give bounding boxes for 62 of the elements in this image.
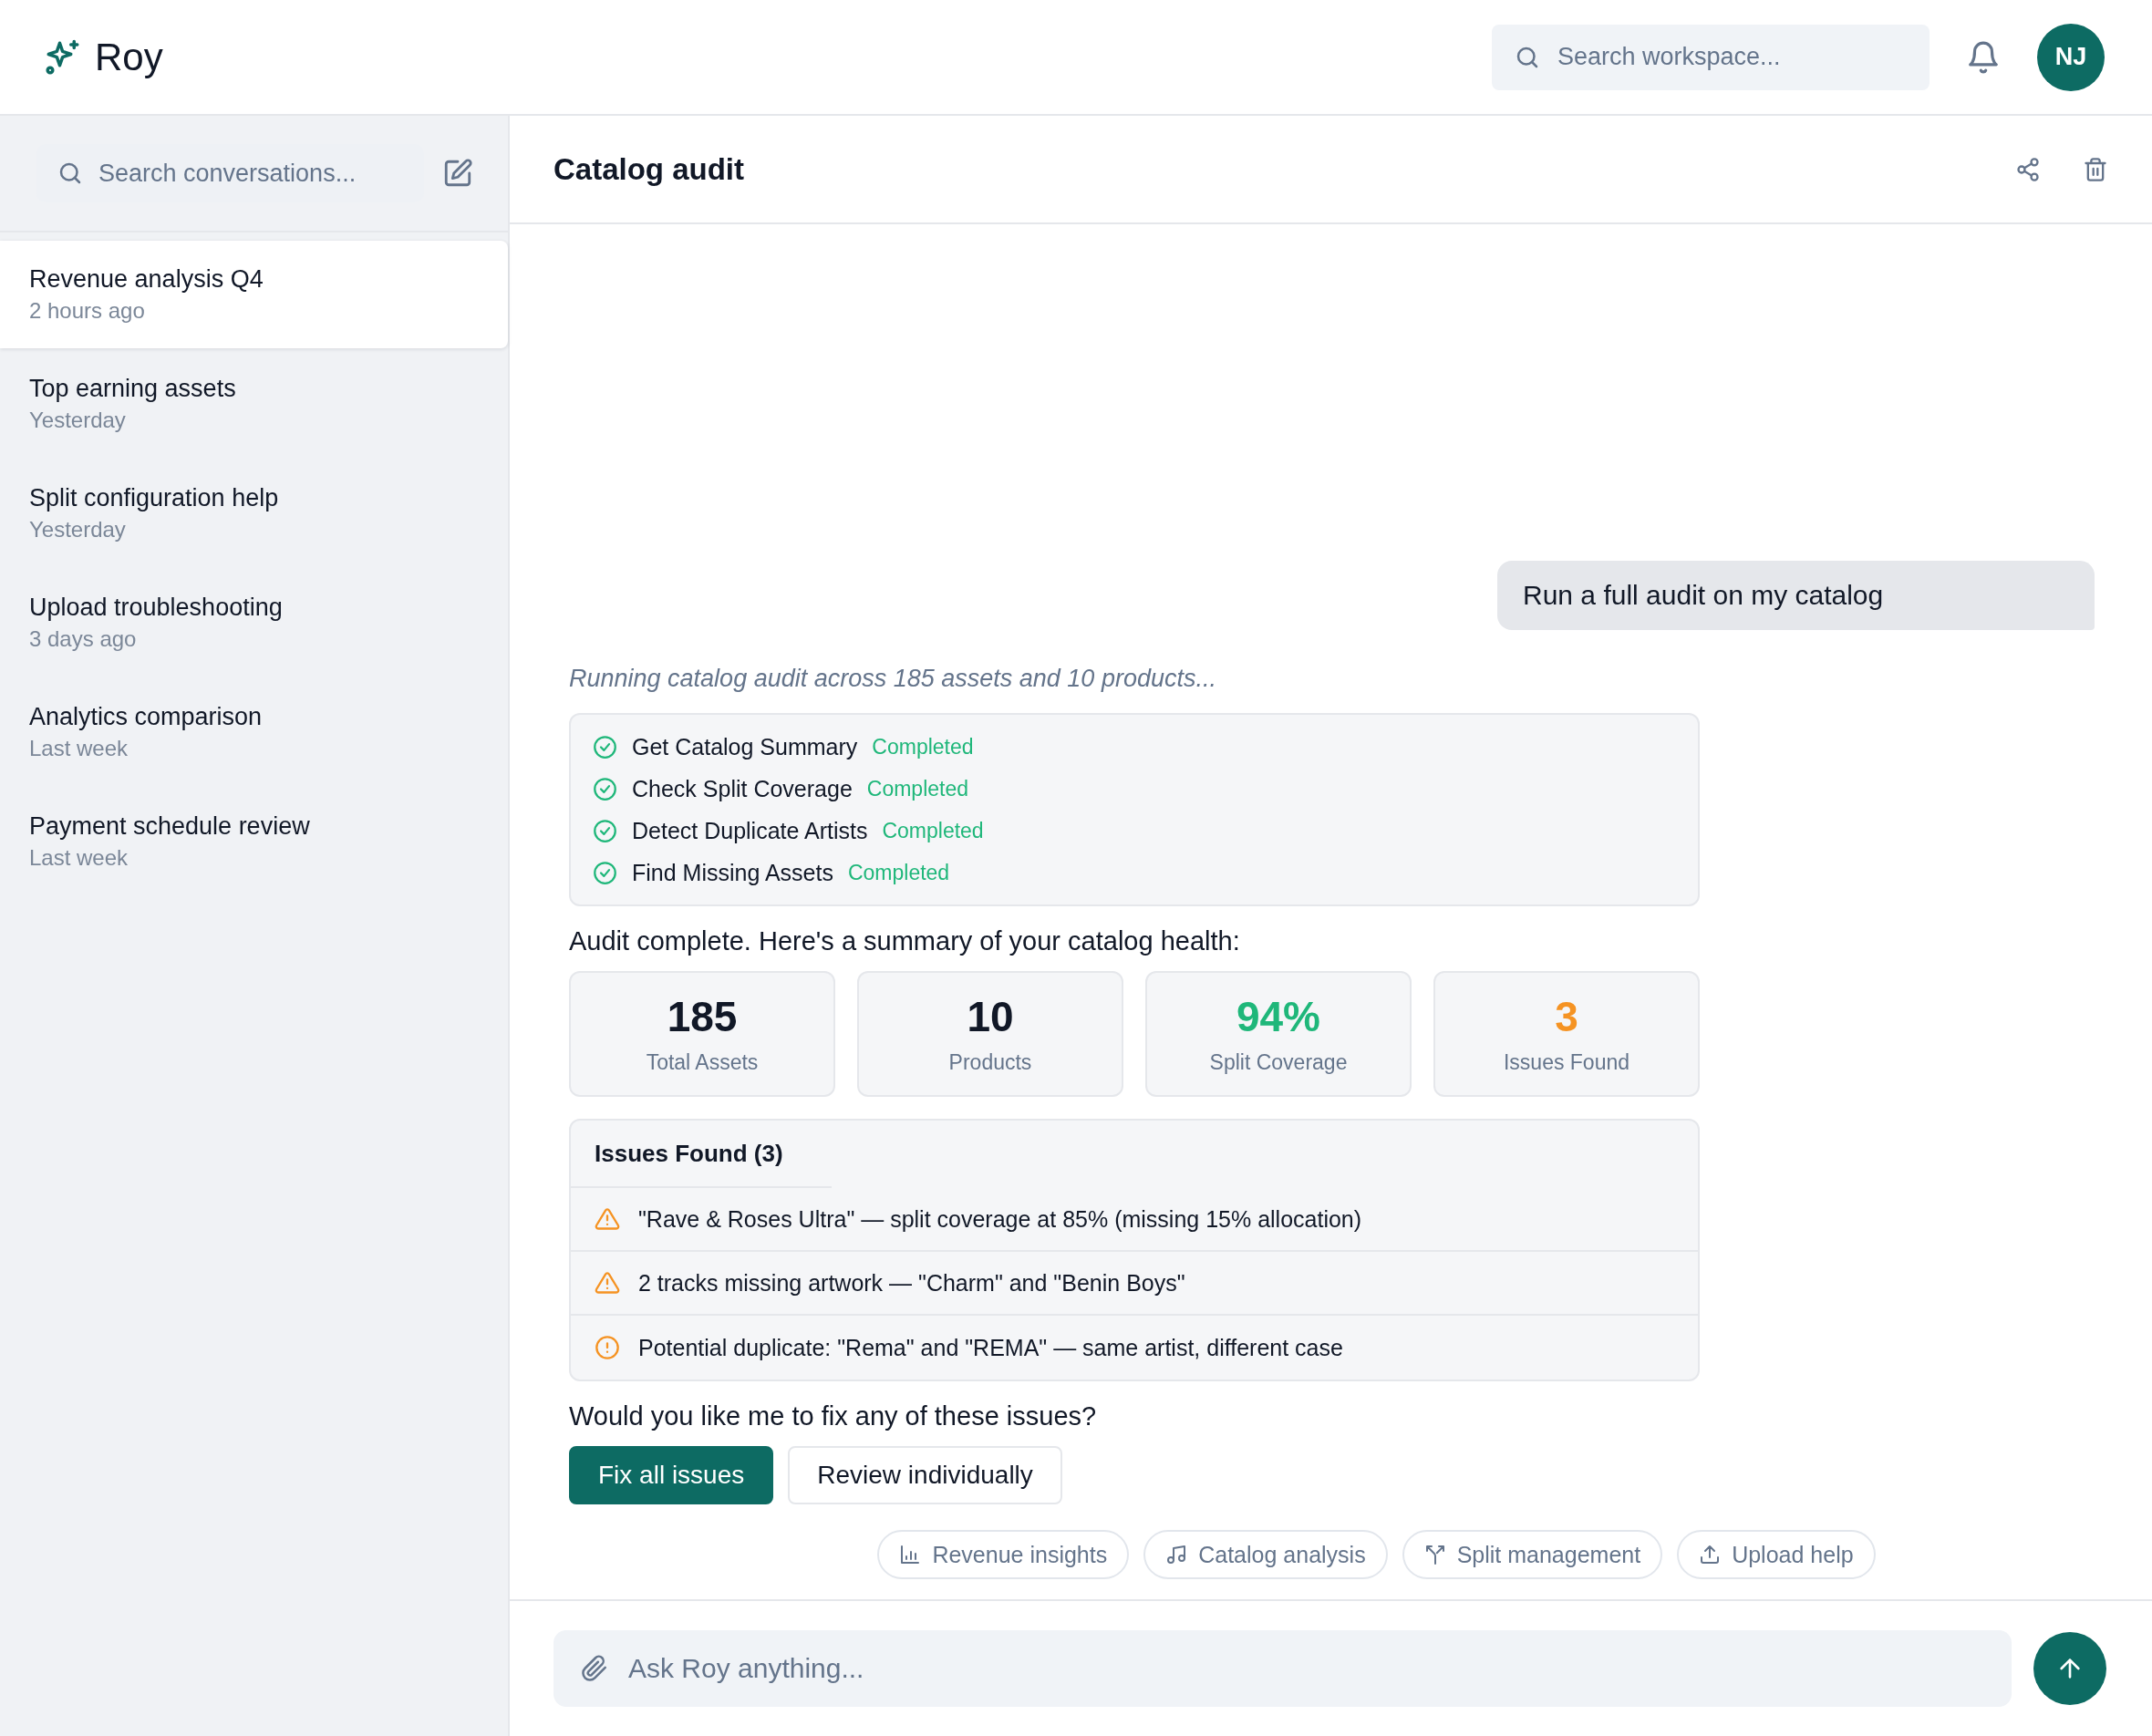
- conversation-item[interactable]: Analytics comparison Last week: [0, 678, 508, 786]
- conversation-time: Yesterday: [29, 407, 127, 434]
- stat-label: Split Coverage: [1209, 1049, 1348, 1075]
- conversation-item[interactable]: Payment schedule review Last week: [0, 788, 508, 895]
- chat-title: Catalog audit: [554, 151, 744, 187]
- stat-label: Issues Found: [1503, 1049, 1630, 1075]
- user-message: Run a full audit on my catalog: [1497, 561, 2095, 630]
- conversation-title: Revenue analysis Q4: [29, 264, 264, 294]
- stat-label: Products: [948, 1049, 1032, 1075]
- issue-text: Potential duplicate: "Rema" and "REMA" — same artist, different case: [638, 1334, 1343, 1361]
- stat-value: 94%: [1236, 993, 1321, 1039]
- suggestion-chip[interactable]: Catalog analysis: [1143, 1530, 1388, 1579]
- issue-text: "Rave & Roses Ultra" — split coverage at 85% (missing 15% allocation): [638, 1205, 1362, 1233]
- fix-all-button[interactable]: Fix all issues: [569, 1446, 774, 1504]
- tool-name: Check Split Coverage: [632, 775, 853, 802]
- share-icon[interactable]: [2015, 156, 2041, 182]
- notification-bell-icon[interactable]: [1966, 39, 2001, 75]
- conversation-item[interactable]: Split configuration help Yesterday: [0, 460, 508, 567]
- logo-text: Roy: [95, 35, 163, 79]
- split-arrows-icon: [1423, 1544, 1446, 1566]
- new-chat-edit-icon[interactable]: [442, 158, 473, 189]
- conversation-title: Analytics comparison: [29, 702, 264, 732]
- message-text: Audit complete. Here's a summary of your catalog health:: [569, 926, 1241, 956]
- conversation-item[interactable]: Top earning assets Yesterday: [0, 350, 508, 458]
- suggestion-chip[interactable]: Revenue insights: [877, 1530, 1130, 1579]
- stat-value: 185: [667, 993, 738, 1039]
- paperclip-icon[interactable]: [581, 1655, 608, 1682]
- tool-name: Detect Duplicate Artists: [632, 817, 868, 844]
- stat-label: Total Assets: [646, 1049, 759, 1075]
- suggestion-chip[interactable]: Upload help: [1677, 1530, 1876, 1579]
- stat-value: 3: [1555, 993, 1578, 1039]
- tool-name: Get Catalog Summary: [632, 733, 858, 760]
- conversation-title: Split configuration help: [29, 483, 280, 513]
- suggestion-chip[interactable]: Split management: [1402, 1530, 1663, 1579]
- bar-chart-icon: [899, 1544, 922, 1566]
- conversation-time: Last week: [29, 844, 129, 872]
- tool-status: Completed: [882, 818, 984, 843]
- search-field[interactable]: Search workspace...: [1492, 24, 1930, 90]
- issues-title: Issues Found (3): [571, 1121, 832, 1188]
- conversation-title: Payment schedule review: [29, 811, 311, 842]
- user-avatar[interactable]: NJ: [2037, 23, 2105, 91]
- message-text: Would you like me to fix any of these issues?: [569, 1401, 1098, 1431]
- status-text: Running catalog audit across 185 assets and 10 products...: [569, 665, 1217, 693]
- conversation-item[interactable]: Revenue analysis Q4 2 hours ago: [0, 241, 508, 348]
- conversation-item[interactable]: Upload troubleshooting 3 days ago: [0, 569, 508, 677]
- trash-icon[interactable]: [2083, 156, 2108, 182]
- upload-icon: [1699, 1544, 1722, 1566]
- tool-status: Completed: [872, 734, 974, 760]
- issue-text: 2 tracks missing artwork — "Charm" and "Benin Boys": [638, 1269, 1185, 1297]
- review-button[interactable]: Review individually: [788, 1446, 1062, 1504]
- conversation-time: 2 hours ago: [29, 297, 146, 325]
- tool-status: Completed: [866, 776, 969, 801]
- conversation-time: 3 days ago: [29, 625, 138, 653]
- conversation-time: Last week: [29, 735, 129, 762]
- stat-value: 10: [967, 993, 1014, 1039]
- tool-name: Find Missing Assets: [632, 859, 833, 886]
- conversation-time: Yesterday: [29, 516, 127, 543]
- conversation-title: Top earning assets: [29, 374, 237, 404]
- conversation-title: Upload troubleshooting: [29, 593, 284, 623]
- message-input-field[interactable]: Ask Roy anything...: [554, 1630, 2012, 1707]
- music-note-icon: [1165, 1544, 1188, 1566]
- tool-status: Completed: [847, 860, 950, 885]
